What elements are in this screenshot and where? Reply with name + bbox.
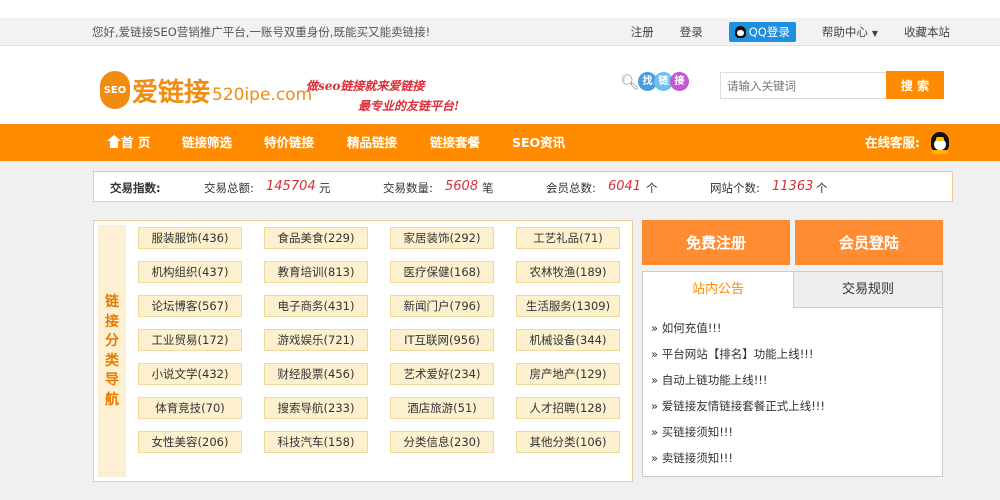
category-button[interactable]: 医疗保健(168) [390,261,494,283]
nav-home-label: 首 页 [121,135,151,150]
qq-login-button[interactable]: QQ登录 [728,22,796,42]
category-button[interactable]: 科技汽车(158) [264,431,368,453]
nav-premium-links[interactable]: 精品链接 [347,124,397,161]
search-icon: 🔍︎ [620,72,640,91]
notice-item[interactable]: » 自动上链功能上线!!! [651,372,825,398]
trade-count-value: 5608 [445,179,479,194]
nav-seo-news[interactable]: SEO资讯 [512,124,565,161]
category-button[interactable]: 教育培训(813) [264,261,368,283]
register-link[interactable]: 注册 [631,24,654,40]
category-button[interactable]: 机械设备(344) [516,329,620,351]
tab-trade-rules[interactable]: 交易规则 [793,272,942,308]
nav-link-filter[interactable]: 链接筛选 [182,124,232,161]
trade-count-label: 交易数量: [383,181,433,195]
category-side-title: 链接分类导航 [98,225,126,477]
category-button[interactable]: 机构组织(437) [138,261,242,283]
logo-domain: 520ipe.com [212,85,313,105]
sites-label: 网站个数: [710,181,760,195]
category-button[interactable]: 农林牧渔(189) [516,261,620,283]
notice-list: » 如何充值!!! » 平台网站【排名】功能上线!!! » 自动上链功能上线!!… [651,320,825,476]
logo-seo-badge: SEO [100,71,130,109]
search-button[interactable]: 搜 索 [886,71,944,99]
notice-item[interactable]: » 买链接须知!!! [651,424,825,450]
total-amount-unit: 元 [319,181,331,195]
find-link-label: 找 链 接 [638,72,690,91]
category-button[interactable]: 工业贸易(172) [138,329,242,351]
slogan-line-1: 做seo链接就来爱链接 [306,79,425,93]
category-button[interactable]: 游戏娱乐(721) [264,329,368,351]
category-button[interactable]: 论坛博客(567) [138,295,242,317]
category-side-label: 链接分类导航 [105,294,119,408]
site-logo[interactable]: SEO 爱链接 520ipe.com [100,71,312,109]
tab-announcements[interactable]: 站内公告 [643,272,793,308]
main-nav: 首 页 链接筛选 特价链接 精品链接 链接套餐 SEO资讯 在线客服: [0,124,1000,161]
category-button[interactable]: 食品美食(229) [264,227,368,249]
category-button[interactable]: 生活服务(1309) [516,295,620,317]
login-link[interactable]: 登录 [680,24,703,40]
category-button[interactable]: 分类信息(230) [390,431,494,453]
home-icon [107,135,121,148]
slogan-line-2: 最专业的友链平台! [358,99,460,113]
qq-icon[interactable] [930,132,950,154]
content-area: 交易指数: 交易总额: 145704 元 交易数量: 5608 笔 会员总数: … [0,161,1000,500]
members-value: 6041 [608,179,642,194]
category-button[interactable]: 房产地产(129) [516,363,620,385]
total-amount-label: 交易总额: [204,181,254,195]
trade-index-bar: 交易指数: 交易总额: 145704 元 交易数量: 5608 笔 会员总数: … [93,171,953,202]
qq-icon [734,26,746,38]
category-button[interactable]: 新闻门户(796) [390,295,494,317]
slogan: 做seo链接就来爱链接 最专业的友链平台! [306,76,459,116]
category-button[interactable]: 酒店旅游(51) [390,397,494,419]
members-unit: 个 [646,181,658,195]
trade-count-unit: 笔 [482,181,494,195]
category-button[interactable]: 搜索导航(233) [264,397,368,419]
sites-unit: 个 [816,181,828,195]
category-nav-panel: 链接分类导航 服装服饰(436) 食品美食(229) 家居装饰(292) 工艺礼品(7… [93,220,633,482]
category-button[interactable]: 工艺礼品(71) [516,227,620,249]
category-button[interactable]: 女性美容(206) [138,431,242,453]
find-link-badge: 🔍︎ 找 链 接 [620,72,690,91]
logo-name: 爱链接 [132,77,211,108]
notice-item[interactable]: » 如何充值!!! [651,320,825,346]
total-amount-value: 145704 [266,179,316,194]
notice-item[interactable]: » 卖链接须知!!! [651,450,825,476]
favorite-link[interactable]: 收藏本站 [904,24,950,40]
category-button[interactable]: 人才招聘(128) [516,397,620,419]
chevron-down-icon: ▼ [871,29,878,38]
nav-home[interactable]: 首 页 [107,124,151,161]
member-login-button[interactable]: 会员登陆 [795,220,943,265]
top-links: 注册 登录 QQ登录 帮助中心 ▼ 收藏本站 [605,18,950,46]
nav-special-links[interactable]: 特价链接 [264,124,314,161]
help-center-label: 帮助中心 [821,25,868,39]
category-button[interactable]: 小说文学(432) [138,363,242,385]
help-center-menu[interactable]: 帮助中心 ▼ [822,24,878,40]
welcome-text: 您好,爱链接SEO营销推广平台,一账号双重身份,既能买又能卖链接! [92,25,431,39]
online-service-label: 在线客服: [865,135,920,150]
category-button[interactable]: 电子商务(431) [264,295,368,317]
notice-panel: 站内公告 交易规则 » 如何充值!!! » 平台网站【排名】功能上线!!! » … [642,271,943,477]
qq-login-label: QQ登录 [748,25,790,39]
notice-item[interactable]: » 平台网站【排名】功能上线!!! [651,346,825,372]
find-char-3: 接 [670,72,690,91]
top-bar: 您好,爱链接SEO营销推广平台,一账号双重身份,既能买又能卖链接! 注册 登录 … [0,18,1000,46]
category-button[interactable]: 其他分类(106) [516,431,620,453]
category-button[interactable]: 财经股票(456) [264,363,368,385]
sites-value: 11363 [772,179,814,194]
free-register-button[interactable]: 免费注册 [642,220,790,265]
members-label: 会员总数: [546,181,596,195]
nav-link-packages[interactable]: 链接套餐 [430,124,480,161]
notice-item[interactable]: » 爱链接友情链接套餐正式上线!!! [651,398,825,424]
trade-index-label: 交易指数: [110,181,161,195]
category-button[interactable]: 家居装饰(292) [390,227,494,249]
search-input[interactable] [720,72,886,99]
category-button[interactable]: 艺术爱好(234) [390,363,494,385]
site-header: SEO 爱链接 520ipe.com 做seo链接就来爱链接 最专业的友链平台!… [0,46,1000,124]
category-button[interactable]: 体育竞技(70) [138,397,242,419]
category-button[interactable]: 服装服饰(436) [138,227,242,249]
category-button[interactable]: IT互联网(956) [390,329,494,351]
